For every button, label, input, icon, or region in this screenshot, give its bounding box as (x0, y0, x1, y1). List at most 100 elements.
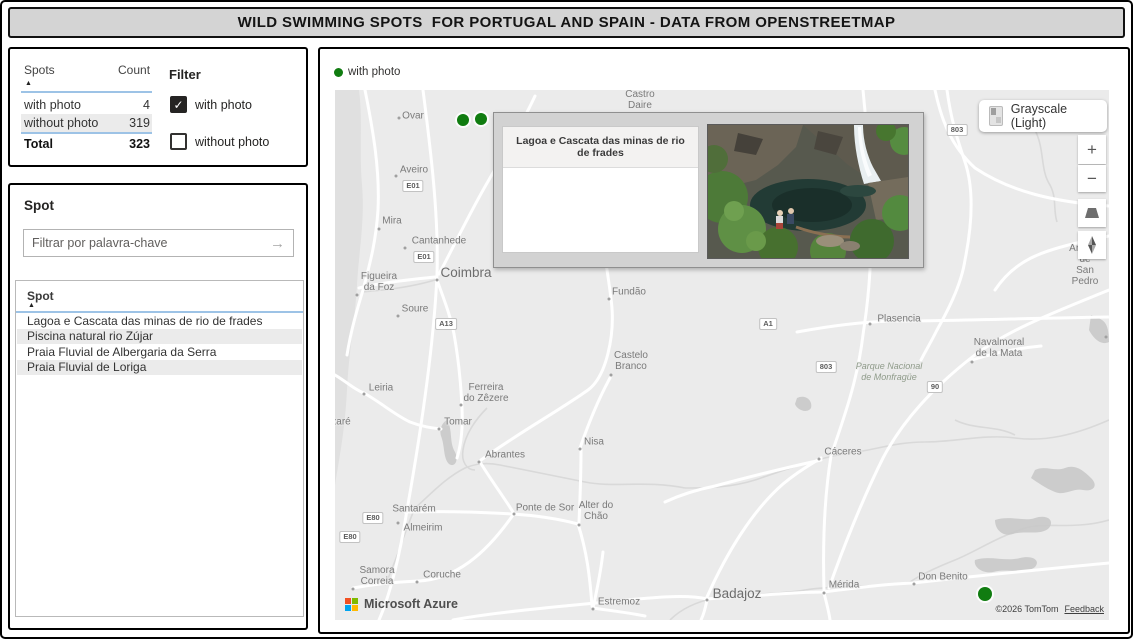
table-total-row: Total 323 (21, 135, 152, 153)
map-city-label: Abrantes (485, 450, 525, 461)
city-dot (478, 461, 481, 464)
map-city-label: zaré (335, 417, 351, 428)
compass-button[interactable] (1078, 231, 1106, 259)
search-input[interactable]: Filtrar por palavra-chave → (23, 229, 294, 257)
legend-dot-icon (334, 68, 343, 77)
map-style-button[interactable]: Grayscale (Light) (979, 100, 1107, 132)
list-item[interactable]: Lagoa e Cascata das minas de rio de frad… (17, 313, 302, 329)
map-city-label: Figueira da Foz (361, 271, 397, 293)
city-dot (395, 175, 398, 178)
map-city-label: Cantanhede (412, 236, 467, 247)
azure-attribution: Microsoft Azure (345, 597, 458, 611)
map-city-label: Tomar (444, 417, 472, 428)
map-city-label: Cáceres (824, 447, 861, 458)
attribution-text: Microsoft Azure (364, 597, 458, 611)
city-dot (438, 428, 441, 431)
tilt-icon (1083, 206, 1101, 220)
map-city-label: Alter do Chão (579, 500, 613, 522)
spot-marker[interactable] (457, 114, 469, 126)
arrow-right-icon[interactable]: → (270, 235, 285, 252)
map-copyright: ©2026 TomTom Feedback (995, 604, 1104, 614)
zoom-in-button[interactable]: + (1078, 135, 1106, 164)
checkbox-unchecked-icon[interactable] (170, 133, 187, 150)
city-dot (352, 588, 355, 591)
map-city-label: Ponte de Sor (516, 503, 574, 514)
column-header-count[interactable]: Count (118, 63, 150, 77)
city-dot (823, 592, 826, 595)
road-badge: E01 (402, 180, 423, 192)
city-dot (913, 583, 916, 586)
map-city-label: Ovar (402, 111, 424, 122)
city-dot (460, 404, 463, 407)
spot-marker[interactable] (978, 587, 992, 601)
map-city-label: Plasencia (877, 314, 920, 325)
checkbox-checked-icon[interactable]: ✓ (170, 96, 187, 113)
search-placeholder: Filtrar por palavra-chave (32, 236, 270, 250)
list-item[interactable]: Piscina natural rio Zújar (17, 329, 302, 345)
city-dot (436, 279, 439, 282)
filter-option[interactable]: ✓with photo (170, 96, 252, 113)
city-dot (404, 247, 407, 250)
map-city-label: Don Benito (918, 572, 967, 583)
dashboard: WILD SWIMMING SPOTS FOR PORTUGAL AND SPA… (0, 0, 1133, 639)
table-row[interactable]: with photo4 (21, 96, 152, 114)
road-badge: A1 (759, 318, 777, 330)
city-dot (706, 599, 709, 602)
city-dot (1105, 336, 1108, 339)
city-dot (610, 374, 613, 377)
page-title: WILD SWIMMING SPOTS FOR PORTUGAL AND SPA… (238, 14, 896, 31)
spot-marker[interactable] (475, 113, 487, 125)
list-item[interactable]: Praia Fluvial de Albergaria da Serra (17, 344, 302, 360)
plus-icon: + (1087, 140, 1097, 160)
city-dot (818, 458, 821, 461)
map-city-label: Coimbra (440, 266, 491, 280)
zoom-out-button[interactable]: − (1078, 165, 1106, 192)
map-city-label: Coruche (423, 570, 461, 581)
map-city-label: Ferreira do Zêzere (463, 382, 508, 404)
pitch-button[interactable] (1078, 199, 1106, 227)
road-badge: E80 (362, 512, 383, 524)
city-dot (869, 323, 872, 326)
map-city-label: Santarém (392, 504, 435, 515)
map-city-label: Soure (402, 304, 429, 315)
sort-ascending-icon: ▲ (25, 80, 32, 87)
city-dot (971, 361, 974, 364)
city-dot (397, 315, 400, 318)
map-canvas[interactable]: Ovar Castro Daire Aveiro Mira Cantanhede Coim… (335, 90, 1109, 620)
feedback-link[interactable]: Feedback (1064, 604, 1104, 614)
city-dot (378, 228, 381, 231)
city-dot (397, 522, 400, 525)
filter-option-label: without photo (195, 135, 269, 149)
list-item[interactable]: Praia Fluvial de Loriga (17, 360, 302, 376)
total-value: 323 (129, 137, 150, 151)
row-label: with photo (24, 98, 81, 112)
tooltip-card: Lagoa e Cascata das minas de rio de frad… (502, 126, 699, 253)
table-row[interactable]: without photo319 (21, 114, 152, 132)
city-dot (579, 448, 582, 451)
copyright-text: ©2026 TomTom (995, 604, 1058, 614)
map-city-label: Castro Daire (625, 90, 654, 111)
city-dot (578, 524, 581, 527)
total-label: Total (24, 137, 53, 151)
title-bar: WILD SWIMMING SPOTS FOR PORTUGAL AND SPA… (8, 7, 1125, 38)
map-city-label: Samora Correia (359, 565, 394, 587)
waterfall-pool-photo (707, 124, 909, 259)
total-divider (21, 132, 152, 134)
map-style-icon (989, 106, 1003, 126)
map-panel: with photo (318, 47, 1130, 634)
map-city-label: Mira (382, 216, 401, 227)
map-tooltip: Lagoa e Cascata das minas de rio de frad… (493, 112, 924, 268)
road-badge: 803 (816, 361, 837, 373)
map-city-label: Leiria (369, 383, 393, 394)
spot-list-header[interactable]: Spot (27, 289, 54, 303)
map-city-label: Mérida (829, 580, 860, 591)
map-city-label: Aveiro (400, 165, 428, 176)
sort-ascending-icon: ▲ (28, 302, 35, 309)
map-city-label: Nisa (584, 437, 604, 448)
filter-option[interactable]: without photo (170, 133, 269, 150)
column-header-spots[interactable]: Spots (24, 63, 55, 77)
road-badge: 803 (947, 124, 968, 136)
map-city-label: Castelo Branco (614, 350, 648, 372)
row-value: 319 (129, 116, 150, 130)
city-dot (592, 608, 595, 611)
